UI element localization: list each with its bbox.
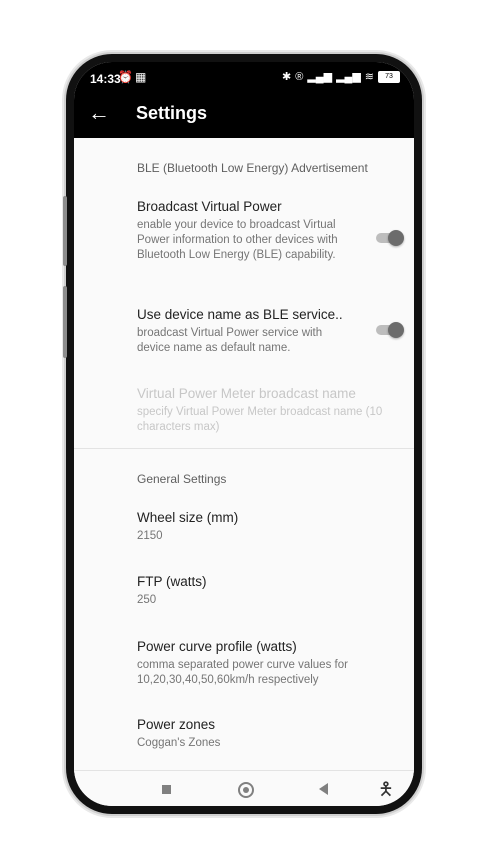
pref-value: 2150 — [137, 530, 163, 542]
nav-bar: 🯅 — [74, 773, 414, 806]
pref-value: 250 — [137, 594, 157, 606]
status-bar: 14:33 ⏰▦ ✱ ® ▂▄▆ ▂▄▆ ≋ 73 — [74, 62, 414, 92]
screen: 14:33 ⏰▦ ✱ ® ▂▄▆ ▂▄▆ ≋ 73 ← Settings BLE… — [74, 62, 414, 806]
settings-list: BLE (Bluetooth Low Energy) Advertisement… — [74, 138, 414, 773]
pref-title: Virtual Power Meter broadcast name — [137, 386, 356, 401]
pref-value: Coggan's Zones — [137, 737, 221, 749]
status-left-icons: ⏰▦ — [118, 70, 148, 84]
wifi-icon: ≋ — [364, 71, 374, 83]
status-right-icons: ✱ ® ▂▄▆ ▂▄▆ ≋ 73 — [282, 70, 400, 83]
signal-icon: ▂▄▆ — [336, 71, 361, 83]
pref-title: Use device name as BLE service.. — [137, 307, 343, 322]
pref-summary: broadcast Virtual Power service with dev… — [137, 327, 323, 354]
device-name-toggle[interactable] — [374, 322, 404, 338]
pref-title: Broadcast Virtual Power — [137, 199, 282, 214]
broadcast-toggle[interactable] — [374, 230, 404, 246]
page-title: Settings — [136, 103, 208, 123]
accessibility-icon[interactable]: 🯅 — [378, 777, 394, 806]
pref-title: FTP (watts) — [137, 574, 207, 589]
status-time: 14:33 — [90, 72, 121, 86]
arrow-left-icon[interactable]: ← — [88, 101, 110, 125]
divider — [74, 448, 414, 449]
pref-title: Power curve profile (watts) — [137, 639, 297, 654]
recents-square-icon[interactable] — [162, 785, 171, 794]
pref-summary: enable your device to broadcast Virtual … — [137, 219, 338, 261]
toggle-thumb — [388, 322, 404, 338]
section-title-ble: BLE (Bluetooth Low Energy) Advertisement — [137, 161, 368, 175]
divider — [74, 770, 414, 771]
registered-icon: ® — [295, 70, 304, 83]
home-circle-icon[interactable] — [238, 782, 254, 798]
side-button — [63, 196, 67, 266]
pref-title: Wheel size (mm) — [137, 510, 239, 525]
pref-summary: specify Virtual Power Meter broadcast na… — [137, 406, 383, 433]
bluetooth-icon: ✱ — [282, 71, 292, 83]
side-button — [63, 286, 67, 358]
back-triangle-icon[interactable] — [319, 783, 328, 795]
pref-summary: comma separated power curve values for 1… — [137, 659, 348, 686]
signal-icon: ▂▄▆ — [307, 71, 333, 83]
toggle-thumb — [388, 230, 404, 246]
qr-icon: ▦ — [134, 70, 149, 84]
pref-title: Power zones — [137, 717, 216, 732]
section-title-general: General Settings — [137, 472, 227, 486]
alarm-icon: ⏰ — [118, 70, 135, 84]
battery-icon: 73 — [378, 70, 400, 83]
app-bar: ← Settings — [74, 92, 414, 138]
